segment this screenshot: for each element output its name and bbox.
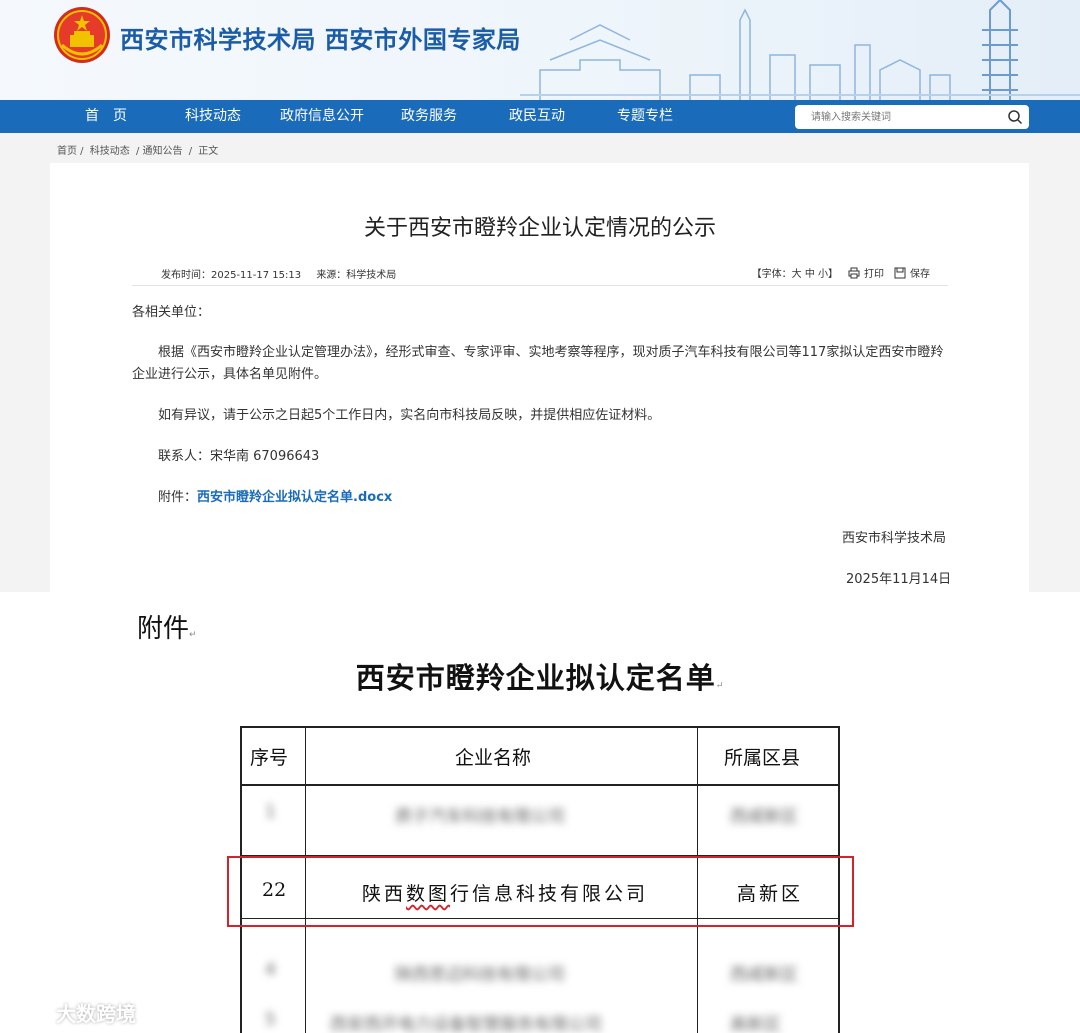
main-nav: 首 页 科技动态 政府信息公开 政务服务 政民互动 专题专栏	[0, 100, 1080, 133]
table-header-company: 企业名称	[455, 747, 532, 769]
attachment-prefix: 附件：	[158, 490, 198, 505]
watermark: 大数跨境	[10, 998, 136, 1027]
table-row-blurred-name: 西安西开电力设备智慧服务有限公司	[330, 1015, 602, 1033]
document-title: 西安市瞪羚企业拟认定名单↵	[355, 661, 725, 695]
breadcrumb-home[interactable]: 首页 /	[57, 146, 84, 157]
highlight-box	[227, 856, 854, 927]
nav-item-topics[interactable]: 专题专栏	[617, 100, 673, 133]
table-row-blurred-district: 西咸新区	[730, 965, 798, 985]
breadcrumb: 首页 / 科技动态 / 通知公告 / 正文	[57, 142, 221, 157]
attachment-line: 附件：西安市瞪羚企业拟认定名单.docx	[158, 487, 392, 509]
meta-divider	[132, 285, 948, 286]
table-header-district: 所属区县	[724, 747, 801, 769]
city-skyline-illustration	[520, 0, 1080, 100]
print-label: 打印	[864, 269, 884, 280]
save-button[interactable]: 保存	[894, 265, 930, 280]
nav-item-gov-info[interactable]: 政府信息公开	[280, 100, 364, 133]
article-tools: 【字体：大 中 小】 打印 保存	[752, 265, 930, 280]
body-paragraph-1: 根据《西安市瞪羚企业认定管理办法》，经形式审查、专家评审、实地考察等程序，现对质…	[132, 345, 944, 382]
salutation: 各相关单位：	[132, 305, 211, 320]
nav-item-services[interactable]: 政务服务	[401, 100, 457, 133]
search-box	[795, 105, 1029, 129]
body-paragraph-2: 如有异议，请于公示之日起5个工作日内，实名向市科技局反映，并提供相应佐证材料。	[158, 408, 661, 423]
table-row-blurred-district: 高新区	[730, 1015, 781, 1033]
watermark-logo-icon	[10, 1003, 50, 1022]
table-row-blurred-name: 质子汽车科技有限公司	[395, 807, 565, 827]
nav-item-interaction[interactable]: 政民互动	[509, 100, 565, 133]
watermark-text: 大数跨境	[56, 1002, 136, 1026]
article-meta: 发布时间：2025-11-17 15:13 来源：科学技术局	[161, 266, 408, 281]
search-input[interactable]	[811, 105, 1001, 129]
save-icon	[894, 267, 906, 278]
nav-item-news[interactable]: 科技动态	[185, 100, 241, 133]
table-row-blurred-no: 1	[265, 802, 276, 822]
table-border-header	[240, 784, 839, 786]
font-size-switcher[interactable]: 【字体：大 中 小】	[752, 265, 838, 280]
printer-icon	[848, 267, 860, 278]
article-source: 来源：科学技术局	[316, 270, 397, 281]
print-button[interactable]: 打印	[848, 265, 884, 280]
publish-time: 发布时间：2025-11-17 15:13	[161, 270, 302, 281]
breadcrumb-separator: /	[188, 146, 193, 157]
table-row-blurred-name: 陕西思迈科技有限公司	[395, 965, 565, 985]
table-row-blurred-no: 5	[265, 1010, 276, 1030]
save-label: 保存	[910, 269, 930, 280]
attachment-link[interactable]: 西安市瞪羚企业拟认定名单.docx	[197, 490, 392, 505]
breadcrumb-news[interactable]: 科技动态	[90, 146, 130, 157]
search-icon[interactable]	[1007, 109, 1023, 125]
breadcrumb-current: 正文	[198, 146, 219, 157]
contact-line: 联系人：宋华南 67096643	[158, 449, 320, 464]
breadcrumb-notices[interactable]: / 通知公告	[136, 146, 183, 157]
table-row-blurred-district: 西咸新区	[730, 807, 798, 827]
article-title: 关于西安市瞪羚企业认定情况的公示	[363, 216, 716, 241]
table-header-no: 序号	[250, 747, 289, 769]
site-header: 西安市科学技术局 西安市外国专家局	[0, 0, 1080, 100]
table-row-blurred-no: 4	[265, 960, 276, 980]
signature-org: 西安市科学技术局	[842, 531, 947, 546]
table-border-top	[240, 726, 839, 728]
site-title[interactable]: 西安市科学技术局 西安市外国专家局	[120, 20, 521, 55]
nav-item-home[interactable]: 首 页	[85, 100, 127, 133]
national-emblem-icon	[54, 7, 110, 63]
document-attach-label: 附件↵	[137, 614, 197, 644]
signature-date: 2025年11月14日	[846, 572, 952, 587]
